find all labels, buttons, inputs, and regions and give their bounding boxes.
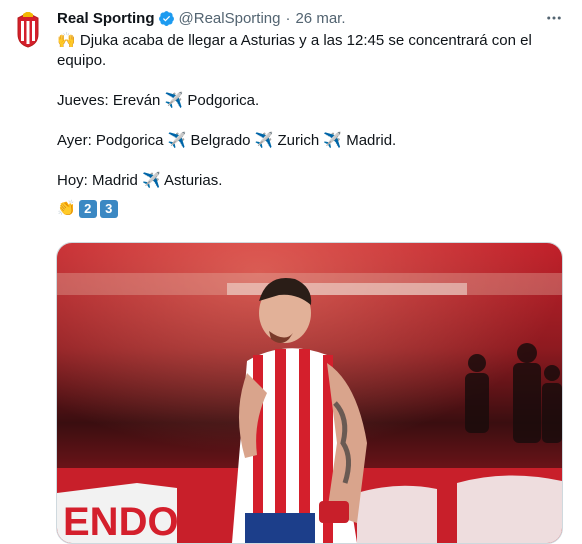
tweet-line-4: Hoy: Madrid ✈️ Asturias. <box>57 172 223 189</box>
football-player-photo: ENDO <box>57 243 562 543</box>
more-options-button[interactable] <box>544 8 564 28</box>
tweet-date[interactable]: 26 mar. <box>295 10 345 27</box>
separator-dot: · <box>285 9 291 27</box>
keycap-3-emoji: 3 <box>99 200 118 218</box>
more-icon <box>547 16 561 20</box>
tweet-header: Real Sporting @RealSporting · 26 mar. <box>57 8 572 28</box>
display-name[interactable]: Real Sporting <box>57 10 155 27</box>
tweet-photo[interactable]: ENDO <box>56 242 563 544</box>
tweet-line-2: Jueves: Ereván ✈️ Podgorica. <box>57 92 260 109</box>
verified-icon <box>158 10 174 26</box>
tweet-text: 🙌 Djuka acaba de llegar a Asturias y a l… <box>57 31 567 219</box>
raised-hands-emoji: 🙌 <box>57 32 80 49</box>
emoji-row: 👏 2 3 <box>57 199 567 219</box>
handle[interactable]: @RealSporting <box>179 10 281 27</box>
clapping-hands-emoji: 👏 <box>57 200 76 217</box>
sporting-crest-icon <box>17 12 39 48</box>
keycap-2-emoji: 2 <box>78 200 97 218</box>
tweet[interactable]: Real Sporting @RealSporting · 26 mar. 🙌 … <box>0 0 582 544</box>
avatar[interactable] <box>8 10 48 50</box>
banner-text: ENDO <box>63 500 179 543</box>
tweet-line-3: Ayer: Podgorica ✈️ Belgrado ✈️ Zurich ✈️… <box>57 132 397 149</box>
tweet-line-1: 🙌 Djuka acaba de llegar a Asturias y a l… <box>57 32 532 69</box>
